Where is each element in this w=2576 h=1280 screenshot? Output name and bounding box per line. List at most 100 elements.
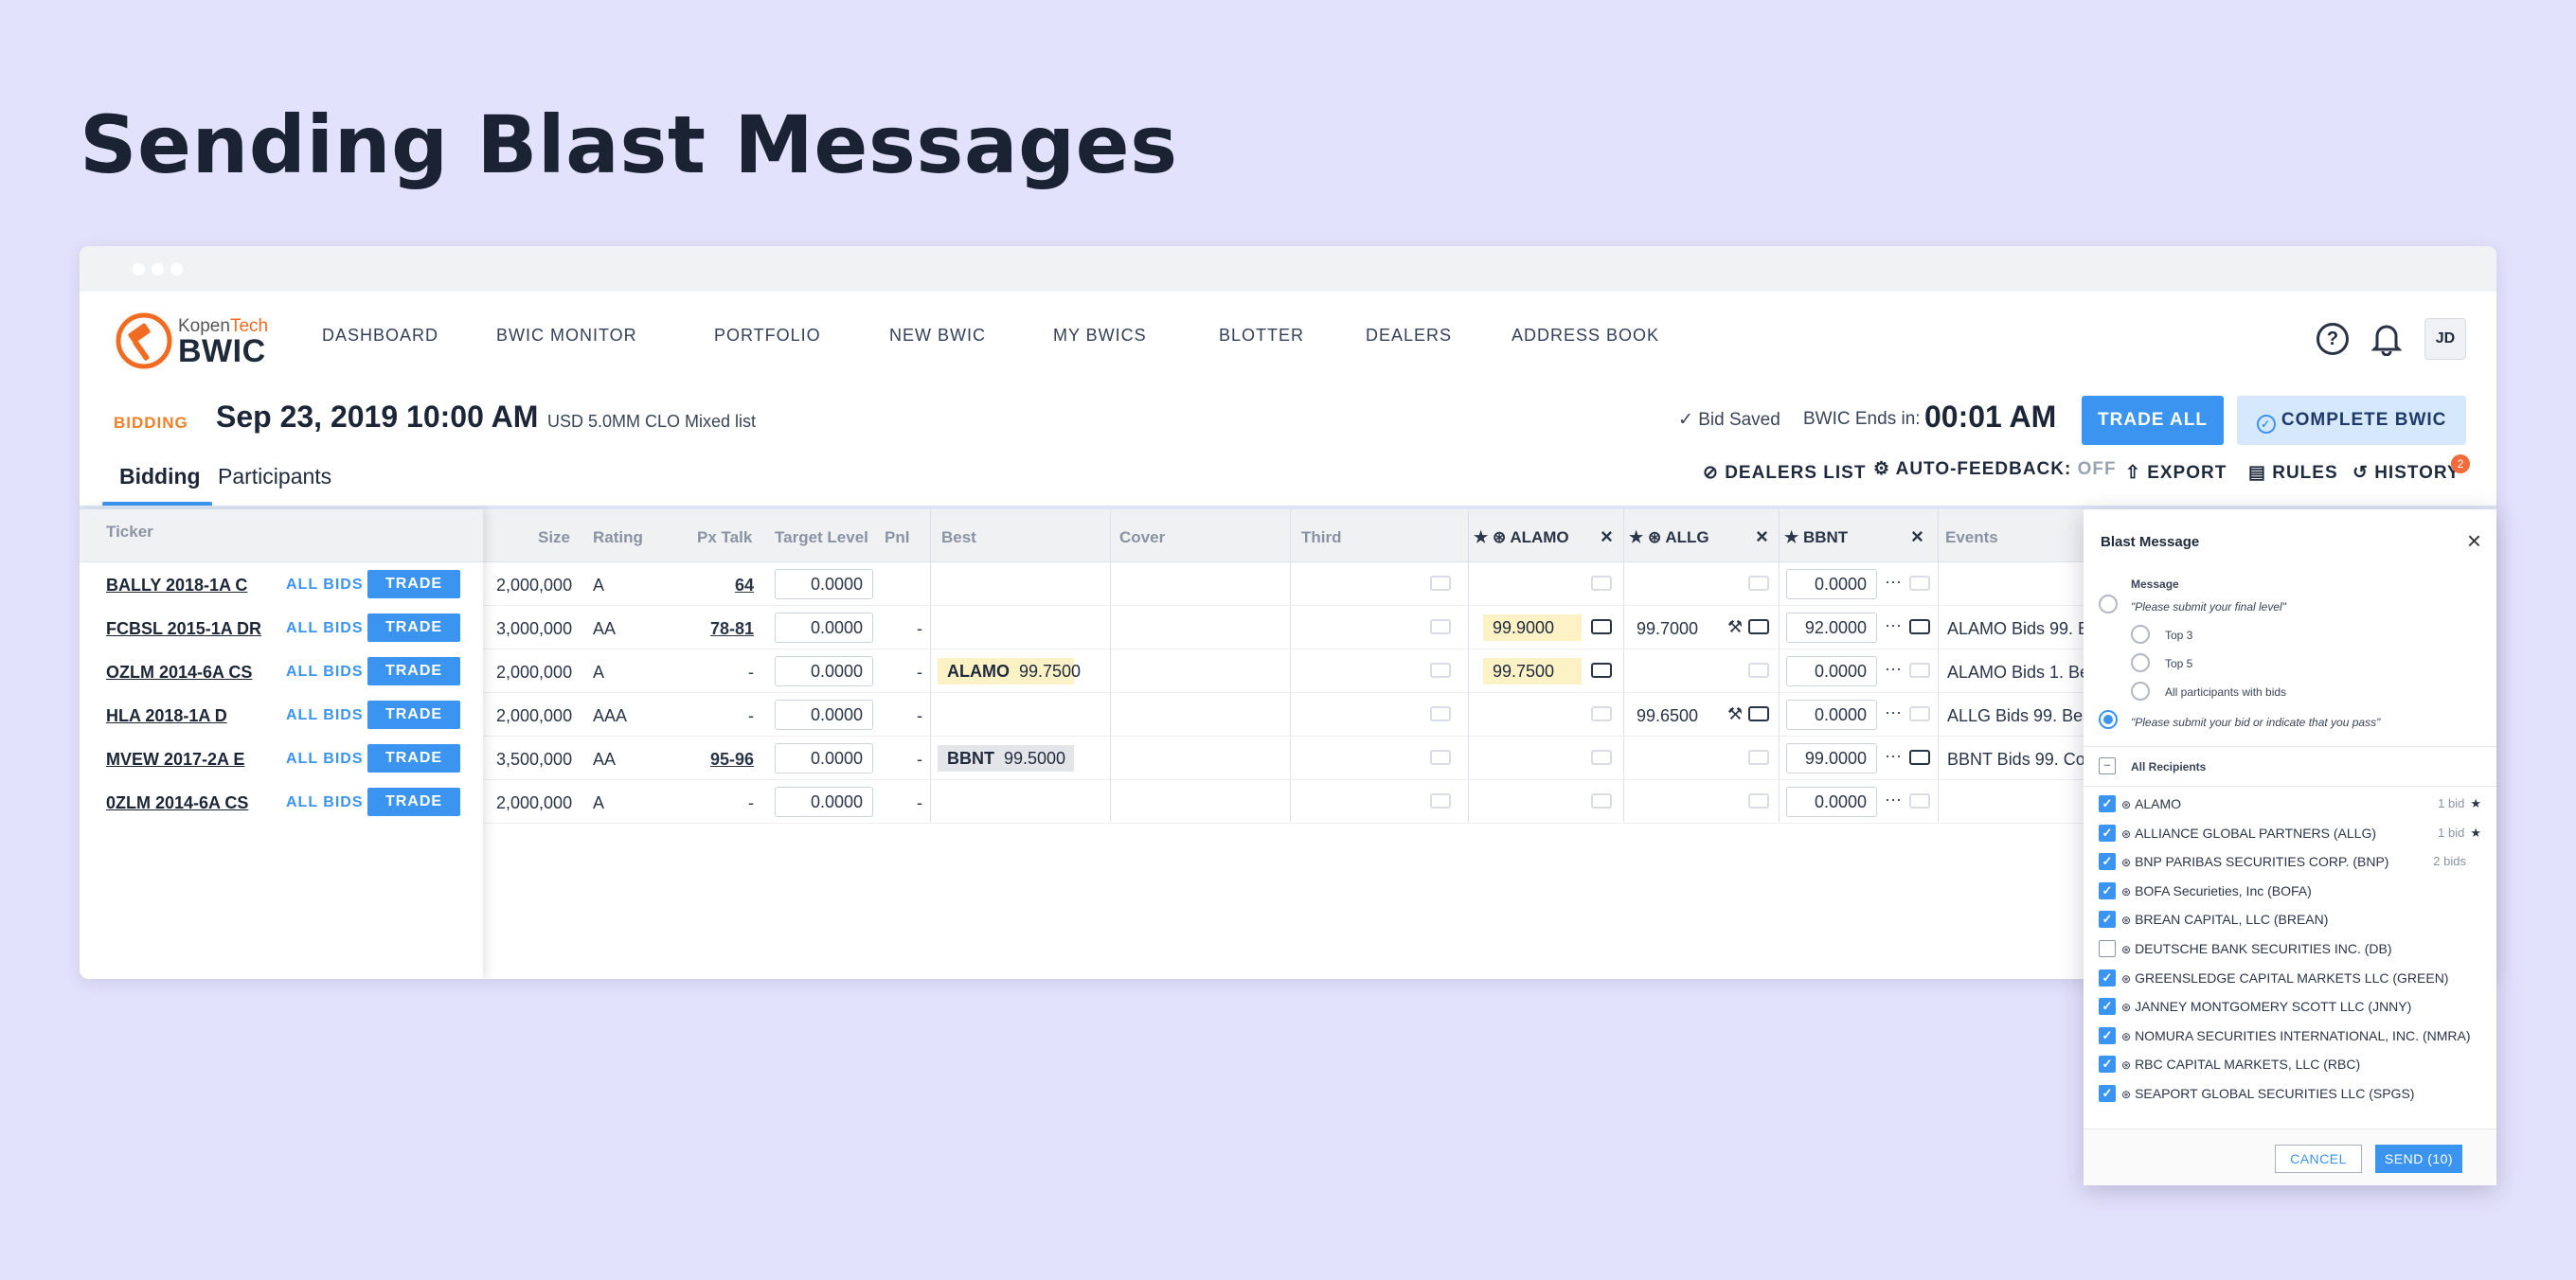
- comment-icon[interactable]: [1591, 706, 1612, 721]
- bbnt-bid-input[interactable]: 92.0000: [1786, 613, 1877, 643]
- recipient-checkbox[interactable]: ✓: [2099, 969, 2116, 987]
- tab-bidding[interactable]: Bidding: [119, 464, 201, 489]
- top5-radio[interactable]: [2131, 653, 2150, 672]
- close-icon[interactable]: ×: [1756, 524, 1768, 549]
- px-talk-cell[interactable]: 95-96: [710, 750, 754, 770]
- comment-icon[interactable]: [1909, 663, 1930, 678]
- user-avatar[interactable]: JD: [2424, 318, 2466, 360]
- comment-icon[interactable]: [1748, 619, 1769, 634]
- trade-button[interactable]: TRADE: [367, 788, 460, 816]
- bbnt-bid-input[interactable]: 0.0000: [1786, 656, 1877, 686]
- more-icon[interactable]: ···: [1885, 746, 1902, 766]
- target-level-input[interactable]: 0.0000: [775, 787, 873, 817]
- all-bids-link[interactable]: ALL BIDS: [286, 707, 363, 724]
- nav-my-bwics[interactable]: MY BWICS: [1053, 326, 1147, 346]
- bbnt-bid-input[interactable]: 99.0000: [1786, 743, 1877, 773]
- px-talk-cell[interactable]: 78-81: [710, 619, 754, 639]
- recipient-checkbox[interactable]: ✓: [2099, 1026, 2116, 1044]
- more-icon[interactable]: ···: [1885, 572, 1902, 592]
- comment-icon[interactable]: [1430, 576, 1451, 591]
- comment-icon[interactable]: [1909, 706, 1930, 721]
- nav-new-bwic[interactable]: NEW BWIC: [889, 326, 986, 346]
- col-alamo[interactable]: ★ ⊛ ALAMO: [1474, 528, 1569, 547]
- nav-bwic-monitor[interactable]: BWIC MONITOR: [496, 326, 637, 346]
- recipient-checkbox[interactable]: ✓: [2099, 911, 2116, 929]
- all-participants-radio[interactable]: [2131, 682, 2150, 701]
- comment-icon[interactable]: [1748, 663, 1769, 678]
- recipient-checkbox[interactable]: ✓: [2099, 824, 2116, 842]
- nav-dealers[interactable]: DEALERS: [1366, 326, 1452, 346]
- comment-icon[interactable]: [1748, 750, 1769, 765]
- auto-feedback-toggle[interactable]: ⚙ AUTO-FEEDBACK: OFF: [1873, 458, 2117, 480]
- recipient-checkbox[interactable]: ✓: [2099, 1056, 2116, 1074]
- ticker-link[interactable]: MVEW 2017-2A E: [106, 750, 244, 770]
- top3-radio[interactable]: [2131, 625, 2150, 644]
- ticker-link[interactable]: FCBSL 2015-1A DR: [106, 619, 261, 639]
- more-icon[interactable]: ···: [1885, 615, 1902, 635]
- message-option-bid-or-pass-radio[interactable]: [2099, 710, 2118, 729]
- recipient-checkbox[interactable]: ✓: [2099, 1085, 2116, 1102]
- all-bids-link[interactable]: ALL BIDS: [286, 794, 363, 811]
- comment-icon[interactable]: [1591, 576, 1612, 591]
- gavel-icon[interactable]: ⚒: [1727, 704, 1743, 724]
- all-bids-link[interactable]: ALL BIDS: [286, 577, 363, 594]
- target-level-input[interactable]: 0.0000: [775, 700, 873, 730]
- nav-portfolio[interactable]: PORTFOLIO: [714, 326, 821, 346]
- col-bbnt[interactable]: ★ BBNT: [1784, 528, 1848, 547]
- trade-button[interactable]: TRADE: [367, 613, 460, 642]
- recipient-checkbox[interactable]: [2099, 940, 2116, 957]
- recipient-checkbox[interactable]: ✓: [2099, 795, 2116, 812]
- help-icon[interactable]: ?: [2317, 323, 2349, 355]
- cancel-button[interactable]: CANCEL: [2275, 1145, 2362, 1173]
- col-allg[interactable]: ★ ⊛ ALLG: [1629, 528, 1709, 547]
- close-icon[interactable]: ×: [2467, 526, 2481, 556]
- gavel-icon[interactable]: ⚒: [1727, 617, 1743, 637]
- tab-participants[interactable]: Participants: [218, 464, 331, 489]
- recipient-checkbox[interactable]: ✓: [2099, 853, 2116, 871]
- all-bids-link[interactable]: ALL BIDS: [286, 751, 363, 768]
- nav-address-book[interactable]: ADDRESS BOOK: [1512, 326, 1659, 346]
- send-button[interactable]: SEND (10): [2375, 1145, 2462, 1173]
- ticker-link[interactable]: OZLM 2014-6A CS: [106, 663, 252, 683]
- nav-dashboard[interactable]: DASHBOARD: [322, 326, 438, 346]
- complete-bwic-button[interactable]: ✓ COMPLETE BWIC: [2237, 396, 2466, 445]
- comment-icon[interactable]: [1909, 576, 1930, 591]
- ticker-link[interactable]: 0ZLM 2014-6A CS: [106, 793, 248, 813]
- target-level-input[interactable]: 0.0000: [775, 613, 873, 643]
- export-button[interactable]: ⇧ EXPORT: [2125, 462, 2227, 484]
- trade-button[interactable]: TRADE: [367, 701, 460, 729]
- more-icon[interactable]: ···: [1885, 659, 1902, 679]
- bbnt-bid-input[interactable]: 0.0000: [1786, 569, 1877, 599]
- close-icon[interactable]: ×: [1601, 524, 1613, 549]
- rules-button[interactable]: ▤ RULES: [2248, 462, 2338, 484]
- ticker-link[interactable]: BALLY 2018-1A C: [106, 576, 247, 596]
- target-level-input[interactable]: 0.0000: [775, 656, 873, 686]
- target-level-input[interactable]: 0.0000: [775, 569, 873, 599]
- more-icon[interactable]: ···: [1885, 790, 1902, 809]
- ticker-link[interactable]: HLA 2018-1A D: [106, 706, 227, 726]
- close-icon[interactable]: ×: [1911, 524, 1923, 549]
- comment-icon[interactable]: [1591, 619, 1612, 634]
- trade-button[interactable]: TRADE: [367, 657, 460, 685]
- comment-icon[interactable]: [1591, 793, 1612, 809]
- bbnt-bid-input[interactable]: 0.0000: [1786, 700, 1877, 730]
- recipient-checkbox[interactable]: ✓: [2099, 998, 2116, 1016]
- comment-icon[interactable]: [1909, 793, 1930, 809]
- comment-icon[interactable]: [1430, 750, 1451, 765]
- bbnt-bid-input[interactable]: 0.0000: [1786, 787, 1877, 817]
- comment-icon[interactable]: [1430, 706, 1451, 721]
- target-level-input[interactable]: 0.0000: [775, 743, 873, 773]
- trade-all-button[interactable]: TRADE ALL: [2082, 396, 2224, 445]
- comment-icon[interactable]: [1430, 619, 1451, 634]
- comment-icon[interactable]: [1591, 750, 1612, 765]
- recipient-checkbox[interactable]: ✓: [2099, 881, 2116, 899]
- trade-button[interactable]: TRADE: [367, 744, 460, 773]
- comment-icon[interactable]: [1909, 750, 1930, 765]
- comment-icon[interactable]: [1591, 663, 1612, 678]
- history-button[interactable]: ↺ HISTORY: [2352, 462, 2460, 484]
- px-talk-cell[interactable]: 64: [735, 576, 754, 596]
- comment-icon[interactable]: [1748, 706, 1769, 721]
- more-icon[interactable]: ···: [1885, 702, 1902, 722]
- comment-icon[interactable]: [1909, 619, 1930, 634]
- all-recipients-checkbox[interactable]: –: [2099, 757, 2116, 774]
